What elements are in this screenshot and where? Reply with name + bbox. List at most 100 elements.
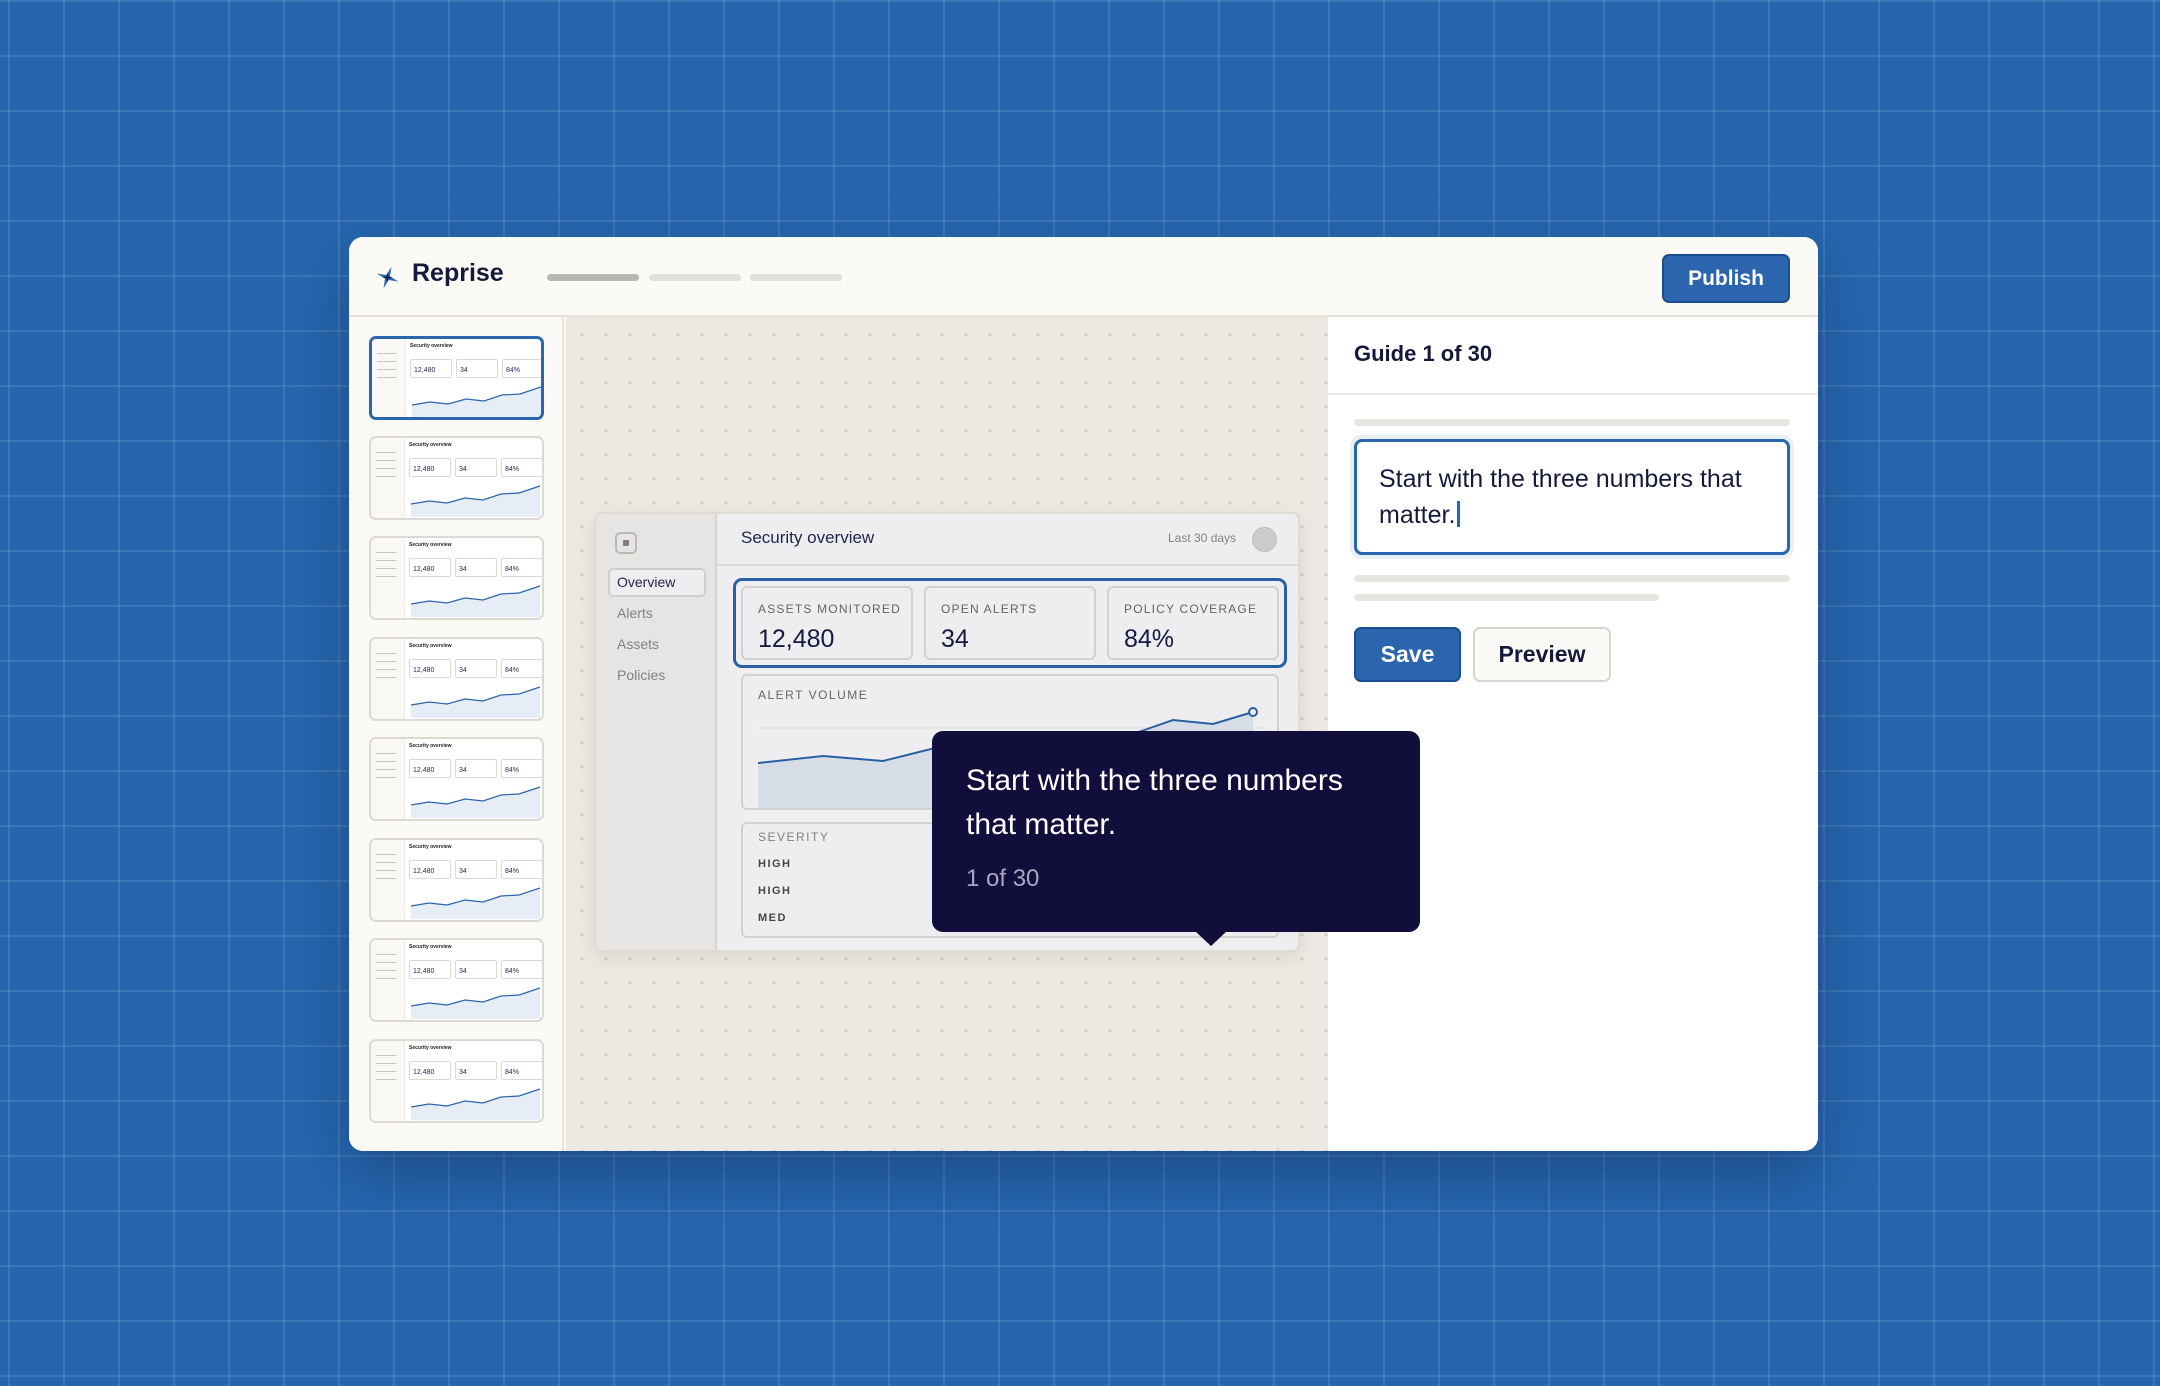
- thumb-sidebar: [371, 639, 405, 719]
- thumb-chart: [410, 1088, 541, 1120]
- publish-button[interactable]: Publish: [1662, 254, 1790, 303]
- thumb-nav-line: [377, 377, 397, 378]
- thumb-nav-line: [376, 769, 396, 770]
- thumb-kpi: 34: [455, 1061, 497, 1080]
- thumb-nav-line: [376, 978, 396, 979]
- save-button[interactable]: Save: [1354, 627, 1461, 682]
- placeholder-line: [1354, 594, 1659, 601]
- tooltip-text: Start with the three numbers that matter…: [966, 764, 1343, 841]
- thumb-nav-line: [377, 369, 397, 370]
- step-thumbnail[interactable]: Security overview 12,480 34 84%: [369, 938, 544, 1022]
- thumb-nav-line: [376, 576, 396, 577]
- thumb-nav-line: [376, 970, 396, 971]
- thumb-nav-line: [376, 761, 396, 762]
- thumb-title: Security overview: [410, 343, 453, 349]
- thumb-kpi: 12,480: [409, 558, 451, 577]
- thumb-nav-line: [376, 777, 396, 778]
- thumb-title: Security overview: [409, 1045, 452, 1051]
- thumb-kpi: 34: [456, 359, 498, 378]
- guide-text-field[interactable]: Start with the three numbers that matter…: [1354, 439, 1790, 555]
- thumb-nav-line: [376, 661, 396, 662]
- thumb-kpi-value: 34: [459, 968, 467, 975]
- tooltip-step-count: 1 of 30: [966, 865, 1040, 892]
- step-thumbnail[interactable]: Security overview 12,480 34 84%: [369, 536, 544, 620]
- thumb-nav-line: [376, 677, 396, 678]
- thumb-sidebar: [371, 940, 405, 1020]
- step-thumbnail[interactable]: Security overview 12,480 34 84%: [369, 838, 544, 922]
- thumb-nav-line: [376, 452, 396, 453]
- app-name: Reprise: [412, 259, 504, 287]
- thumb-kpi-value: 12,480: [413, 767, 435, 774]
- thumb-kpi-value: 12,480: [413, 667, 435, 674]
- guide-step-title: Guide 1 of 30: [1354, 341, 1493, 366]
- thumb-nav-line: [376, 962, 396, 963]
- thumb-kpi: 12,480: [409, 659, 451, 678]
- thumb-nav-line: [376, 653, 396, 654]
- thumb-nav-line: [376, 669, 396, 670]
- thumb-kpi-value: 84%: [505, 767, 520, 774]
- thumb-kpi: 84%: [501, 458, 542, 477]
- thumb-kpi-value: 12,480: [414, 367, 436, 374]
- thumb-kpi-value: 12,480: [413, 566, 435, 573]
- thumb-nav-line: [376, 1079, 396, 1080]
- thumb-nav-line: [376, 468, 396, 469]
- thumb-kpi-value: 12,480: [413, 1069, 435, 1076]
- thumb-sidebar: [371, 438, 405, 518]
- thumb-title: Security overview: [409, 944, 452, 950]
- thumb-kpi: 84%: [501, 659, 542, 678]
- thumb-kpi: 12,480: [409, 960, 451, 979]
- thumb-sidebar: [372, 339, 406, 417]
- thumb-kpi-value: 84%: [506, 367, 521, 374]
- thumb-nav-line: [376, 460, 396, 461]
- thumb-kpi-value: 34: [459, 767, 467, 774]
- thumb-sidebar: [371, 739, 405, 819]
- step-progress-bar: [750, 274, 842, 281]
- thumb-sidebar: [371, 1041, 405, 1121]
- thumb-nav-line: [376, 568, 396, 569]
- placeholder-line: [1354, 419, 1790, 426]
- thumb-kpi-value: 12,480: [413, 466, 435, 473]
- thumb-title: Security overview: [409, 643, 452, 649]
- thumb-nav-line: [376, 476, 396, 477]
- thumb-kpi-value: 34: [459, 1069, 467, 1076]
- thumb-nav-line: [376, 954, 396, 955]
- thumb-kpi-value: 34: [459, 667, 467, 674]
- text-caret: [1457, 501, 1461, 527]
- thumb-nav-line: [376, 854, 396, 855]
- thumb-nav-line: [376, 552, 396, 553]
- thumb-kpi: 12,480: [409, 860, 451, 879]
- step-thumbnail[interactable]: Security overview 12,480 34 84%: [369, 637, 544, 721]
- thumb-kpi: 84%: [501, 1061, 542, 1080]
- sparkle-logo-icon: [376, 266, 399, 289]
- thumb-kpi-value: 84%: [505, 667, 520, 674]
- step-progress-bar: [649, 274, 741, 281]
- thumb-kpi-value: 84%: [505, 968, 520, 975]
- step-thumbnail[interactable]: Security overview 12,480 34 84%: [369, 436, 544, 520]
- thumb-nav-line: [376, 753, 396, 754]
- thumb-kpi: 84%: [501, 860, 542, 879]
- thumb-kpi: 34: [455, 558, 497, 577]
- thumb-kpi: 34: [455, 960, 497, 979]
- thumb-nav-line: [376, 862, 396, 863]
- placeholder-line: [1354, 575, 1790, 582]
- thumb-kpi: 84%: [501, 960, 542, 979]
- thumb-kpi-value: 34: [459, 868, 467, 875]
- step-thumbnail[interactable]: Security overview 12,480 34 84%: [369, 1039, 544, 1123]
- thumb-kpi-value: 34: [459, 566, 467, 573]
- thumb-nav-line: [377, 361, 397, 362]
- thumb-nav-line: [376, 1063, 396, 1064]
- step-thumbnail[interactable]: Security overview 12,480 34 84%: [369, 737, 544, 821]
- step-thumbnail[interactable]: Security overview 12,480 34 84%: [369, 336, 544, 420]
- thumb-chart: [410, 686, 541, 718]
- thumb-kpi: 84%: [502, 359, 541, 378]
- thumb-sidebar: [371, 840, 405, 920]
- thumb-kpi: 34: [455, 458, 497, 477]
- guide-text-value: Start with the three numbers that matter…: [1379, 465, 1742, 529]
- thumb-sidebar: [371, 538, 405, 618]
- guide-tooltip[interactable]: Start with the three numbers that matter…: [932, 731, 1420, 932]
- thumb-nav-line: [376, 560, 396, 561]
- thumb-chart: [410, 585, 541, 617]
- preview-button[interactable]: Preview: [1473, 627, 1611, 682]
- tooltip-arrow: [1195, 931, 1227, 946]
- step-thumbnail-rail: Security overview 12,480 34 84% Security ove…: [349, 317, 564, 1151]
